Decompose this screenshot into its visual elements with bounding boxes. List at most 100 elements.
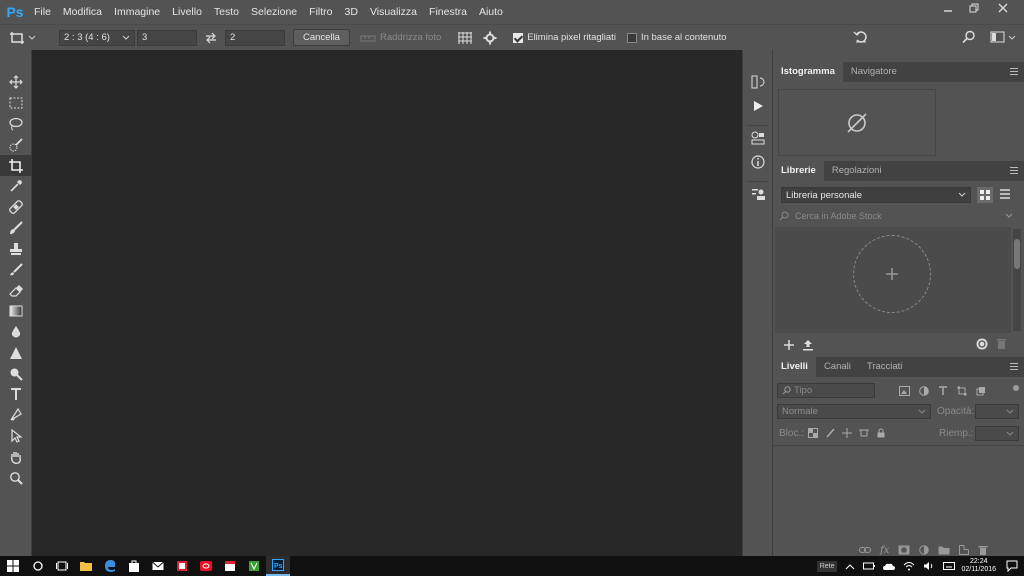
crop-preset-icon[interactable] [0,30,44,46]
keyboard-icon[interactable] [943,561,956,571]
store-icon[interactable] [122,556,146,576]
chevron-up-icon[interactable] [845,562,855,570]
properties-icon[interactable] [743,126,773,150]
image-filter-icon[interactable] [899,386,910,396]
adjustment-layer-icon[interactable] [919,545,930,555]
zoom-tool-icon[interactable] [0,467,32,488]
clone-stamp-tool-icon[interactable] [0,238,32,259]
close-icon[interactable] [988,0,1018,16]
opacity-field[interactable] [975,404,1019,419]
library-select[interactable]: Libreria personale [781,187,971,203]
tab-istogramma[interactable]: Istogramma [773,62,843,82]
trash-icon[interactable] [978,545,988,556]
width-field[interactable]: 3 [137,29,197,46]
stock-search[interactable]: Cerca in Adobe Stock [779,208,1017,224]
lock-transparent-icon[interactable] [808,428,818,438]
link-icon[interactable] [859,545,871,555]
type-filter-icon[interactable] [938,386,948,396]
red-app-2-icon[interactable] [194,556,218,576]
list-view-icon[interactable] [999,188,1011,203]
lock-all-icon[interactable] [876,428,886,438]
file-explorer-icon[interactable] [74,556,98,576]
info-icon[interactable] [743,150,773,174]
smart-object-filter-icon[interactable] [976,386,986,396]
ratio-select[interactable]: 2 : 3 (4 : 6) [59,29,135,46]
quick-selection-tool-icon[interactable] [0,134,32,155]
upload-icon[interactable] [802,339,814,354]
path-selection-tool-icon[interactable] [0,405,32,426]
eyedropper-tool-icon[interactable] [0,176,32,197]
grid-view-icon[interactable] [977,187,993,203]
add-content-button[interactable] [853,235,931,313]
tab-librerie[interactable]: Librerie [773,161,824,181]
tab-canali[interactable]: Canali [816,357,859,377]
reset-icon[interactable] [853,30,869,47]
menu-finestra[interactable]: Finestra [423,0,473,24]
red-app-icon[interactable] [170,556,194,576]
fill-field[interactable] [975,426,1019,441]
restore-icon[interactable] [960,0,988,16]
menu-selezione[interactable]: Selezione [245,0,303,24]
eraser-tool-icon[interactable] [0,280,32,301]
menu-testo[interactable]: Testo [208,0,245,24]
mail-icon[interactable] [146,556,170,576]
move-tool-icon[interactable] [0,72,32,93]
task-view-icon[interactable] [50,556,74,576]
menu-3d[interactable]: 3D [339,0,364,24]
history-brush-tool-icon[interactable] [0,259,32,280]
photoshop-taskbar-icon[interactable]: Ps [266,556,290,576]
lock-position-icon[interactable] [842,428,852,438]
healing-brush-tool-icon[interactable] [0,197,32,218]
brush-tool-icon[interactable] [0,218,32,239]
edge-icon[interactable] [98,556,122,576]
menu-filtro[interactable]: Filtro [303,0,338,24]
paragraph-styles-icon[interactable] [743,182,773,206]
lock-artboard-icon[interactable] [859,428,869,438]
tab-navigatore[interactable]: Navigatore [843,62,905,82]
actions-play-icon[interactable] [743,94,773,118]
creative-cloud-icon[interactable] [975,338,989,353]
tab-livelli[interactable]: Livelli [773,357,816,377]
adjustment-filter-icon[interactable] [919,386,929,396]
panel-menu-icon[interactable] [1010,363,1018,370]
mask-icon[interactable] [898,545,910,555]
minimize-icon[interactable] [934,0,962,16]
menu-aiuto[interactable]: Aiuto [473,0,509,24]
search-icon[interactable] [962,30,976,47]
overlay-grid-icon[interactable] [457,31,473,45]
shape-filter-icon[interactable] [957,386,967,396]
layer-filter[interactable]: Tipo [777,383,875,398]
onedrive-icon[interactable] [883,561,896,571]
gear-icon[interactable] [483,31,497,45]
fx-icon[interactable]: fx [880,545,889,556]
gradient-tool-icon[interactable] [0,301,32,322]
new-layer-icon[interactable] [959,545,970,555]
menu-visualizza[interactable]: Visualizza [364,0,423,24]
content-aware-checkbox[interactable] [626,32,637,43]
cortana-icon[interactable] [26,556,50,576]
menu-file[interactable]: File [28,0,57,24]
volume-icon[interactable] [923,561,935,571]
delete-cropped-option[interactable]: Elimina pixel ritagliati [513,32,616,43]
green-app-icon[interactable] [242,556,266,576]
delete-cropped-checkbox[interactable] [513,32,524,43]
type-tool-icon[interactable] [0,384,32,405]
workspace-icon[interactable] [990,30,1018,47]
blur-tool-icon[interactable] [0,322,32,343]
cancel-button[interactable]: Cancella [293,29,350,46]
tab-tracciati[interactable]: Tracciati [859,357,911,377]
content-aware-option[interactable]: In base al contenuto [626,32,727,43]
crop-tool-icon[interactable] [0,155,32,176]
dodge-tool-icon[interactable] [0,342,32,363]
wifi-icon[interactable] [903,561,915,571]
action-center-icon[interactable] [1006,560,1018,572]
panel-menu-icon[interactable] [1010,167,1018,174]
folder-icon[interactable] [938,545,950,555]
swap-icon[interactable] [197,32,225,44]
library-scrollbar[interactable] [1013,229,1021,331]
filter-toggle[interactable] [1013,385,1019,391]
network-label[interactable]: Rete [816,560,838,572]
battery-icon[interactable] [863,562,876,570]
lock-pixels-icon[interactable] [825,428,835,438]
lasso-tool-icon[interactable] [0,114,32,135]
